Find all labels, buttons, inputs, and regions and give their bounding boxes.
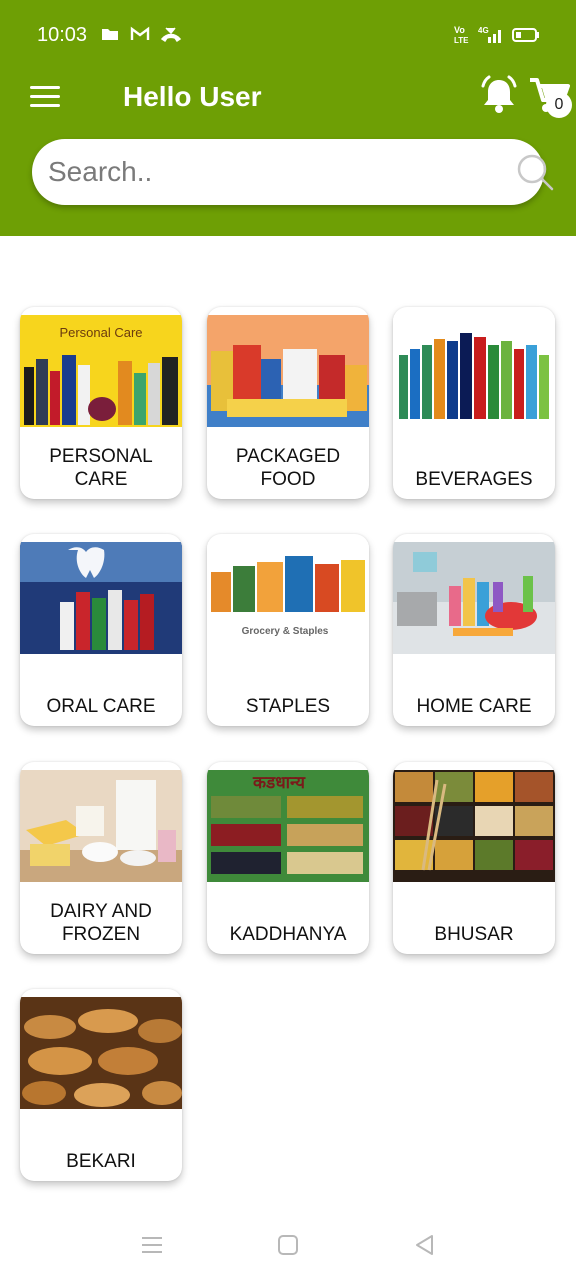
home-icon[interactable] [275,1232,301,1258]
category-label: BEVERAGES [415,469,533,490]
packaged-food-image [207,315,369,427]
category-label: BEKARI [66,1151,136,1172]
oral-care-image [20,542,182,654]
category-card-personal-care[interactable]: Personal Care PERSONAL CARE [20,307,182,499]
bekari-image [20,997,182,1109]
search-icon[interactable] [516,153,554,191]
greeting-title: Hello User [123,81,262,112]
svg-text:4G: 4G [478,26,489,35]
folder-icon [102,29,118,40]
recent-apps-icon[interactable] [139,1232,165,1258]
hamburger-menu-icon[interactable] [28,84,62,110]
category-card-kaddhanya[interactable]: कडधान्य KADDHANYA [207,762,369,954]
back-icon[interactable] [412,1232,438,1258]
category-label: STAPLES [245,696,331,717]
personal-care-image: Personal Care [20,315,182,427]
status-time: 10:03 [37,24,88,46]
gmail-icon [130,26,150,40]
category-label: PACKAGED FOOD [235,446,341,490]
notification-bell-icon[interactable] [478,74,520,116]
home-care-image [393,542,555,654]
category-card-oral-care[interactable]: ORAL CARE [20,534,182,726]
svg-text:LTE: LTE [454,36,469,45]
category-label: KADDHANYA [229,924,347,945]
category-label: PERSONAL CARE [49,446,153,490]
beverages-image [393,315,555,427]
svg-text:Personal Care: Personal Care [59,325,142,340]
category-card-staples[interactable]: Grocery & Staples STAPLES [207,534,369,726]
cart-count-badge: 0 [546,92,572,118]
category-label: BHUSAR [434,924,514,945]
status-bar: 10:03 Vo LTE 4G [0,0,576,70]
category-label: ORAL CARE [46,696,156,717]
volte-icon: VoLTE [454,25,469,45]
signal-4g-icon: 4G [478,26,501,43]
bhusar-image [393,770,555,882]
category-card-packaged-food[interactable]: PACKAGED FOOD [207,307,369,499]
category-card-bekari[interactable]: BEKARI [20,989,182,1181]
missed-call-icon [160,27,182,43]
kaddhanya-image: कडधान्य [207,770,369,882]
search-input[interactable] [48,149,468,195]
staples-image: Grocery & Staples [207,542,369,654]
system-nav-bar [0,1210,576,1280]
category-label: DAIRY AND FROZEN [50,901,152,945]
category-card-home-care[interactable]: HOME CARE [393,534,555,726]
category-card-dairy-and-frozen[interactable]: DAIRY AND FROZEN [20,762,182,954]
svg-text:Grocery & Staples: Grocery & Staples [242,626,329,637]
app-header: 10:03 Vo LTE 4G Hello User 0 [0,0,576,236]
search-bar[interactable] [32,139,554,205]
category-card-bhusar[interactable]: BHUSAR [393,762,555,954]
battery-icon [512,28,539,42]
svg-text:कडधान्य: कडधान्य [252,773,306,793]
category-card-beverages[interactable]: BEVERAGES [393,307,555,499]
svg-text:Vo: Vo [454,25,465,35]
dairy-image [20,770,182,882]
category-label: HOME CARE [416,696,532,717]
